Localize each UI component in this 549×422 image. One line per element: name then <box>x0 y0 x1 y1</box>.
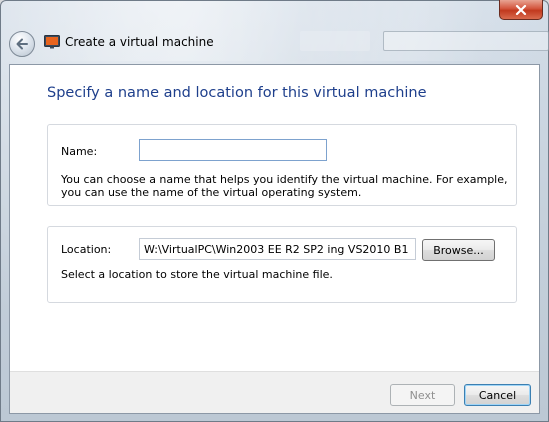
name-label: Name: <box>61 145 98 158</box>
virtual-pc-icon <box>44 35 60 49</box>
window-title: Create a virtual machine <box>65 35 214 49</box>
back-button[interactable] <box>9 31 35 57</box>
location-description: Select a location to store the virtual m… <box>61 268 333 281</box>
location-input[interactable] <box>139 238 416 260</box>
address-bar-blur <box>300 31 370 51</box>
name-description-line2: you can use the name of the virtual oper… <box>61 186 362 199</box>
search-box[interactable] <box>383 31 549 51</box>
name-group: Name: You can choose a name that helps y… <box>47 124 517 206</box>
wizard-footer: Next Cancel <box>10 371 539 413</box>
location-group: Location: Browse... Select a location to… <box>47 226 517 303</box>
back-arrow-icon <box>16 38 28 50</box>
page-heading: Specify a name and location for this vir… <box>47 85 427 101</box>
location-label: Location: <box>61 243 112 256</box>
name-description-line1: You can choose a name that helps you ide… <box>61 173 508 186</box>
cancel-button[interactable]: Cancel <box>464 384 531 406</box>
browse-button[interactable]: Browse... <box>422 239 495 261</box>
name-input[interactable] <box>139 139 327 161</box>
wizard-content: Specify a name and location for this vir… <box>9 64 540 414</box>
next-button[interactable]: Next <box>390 384 455 406</box>
close-button[interactable] <box>499 0 543 20</box>
close-icon <box>515 4 527 15</box>
